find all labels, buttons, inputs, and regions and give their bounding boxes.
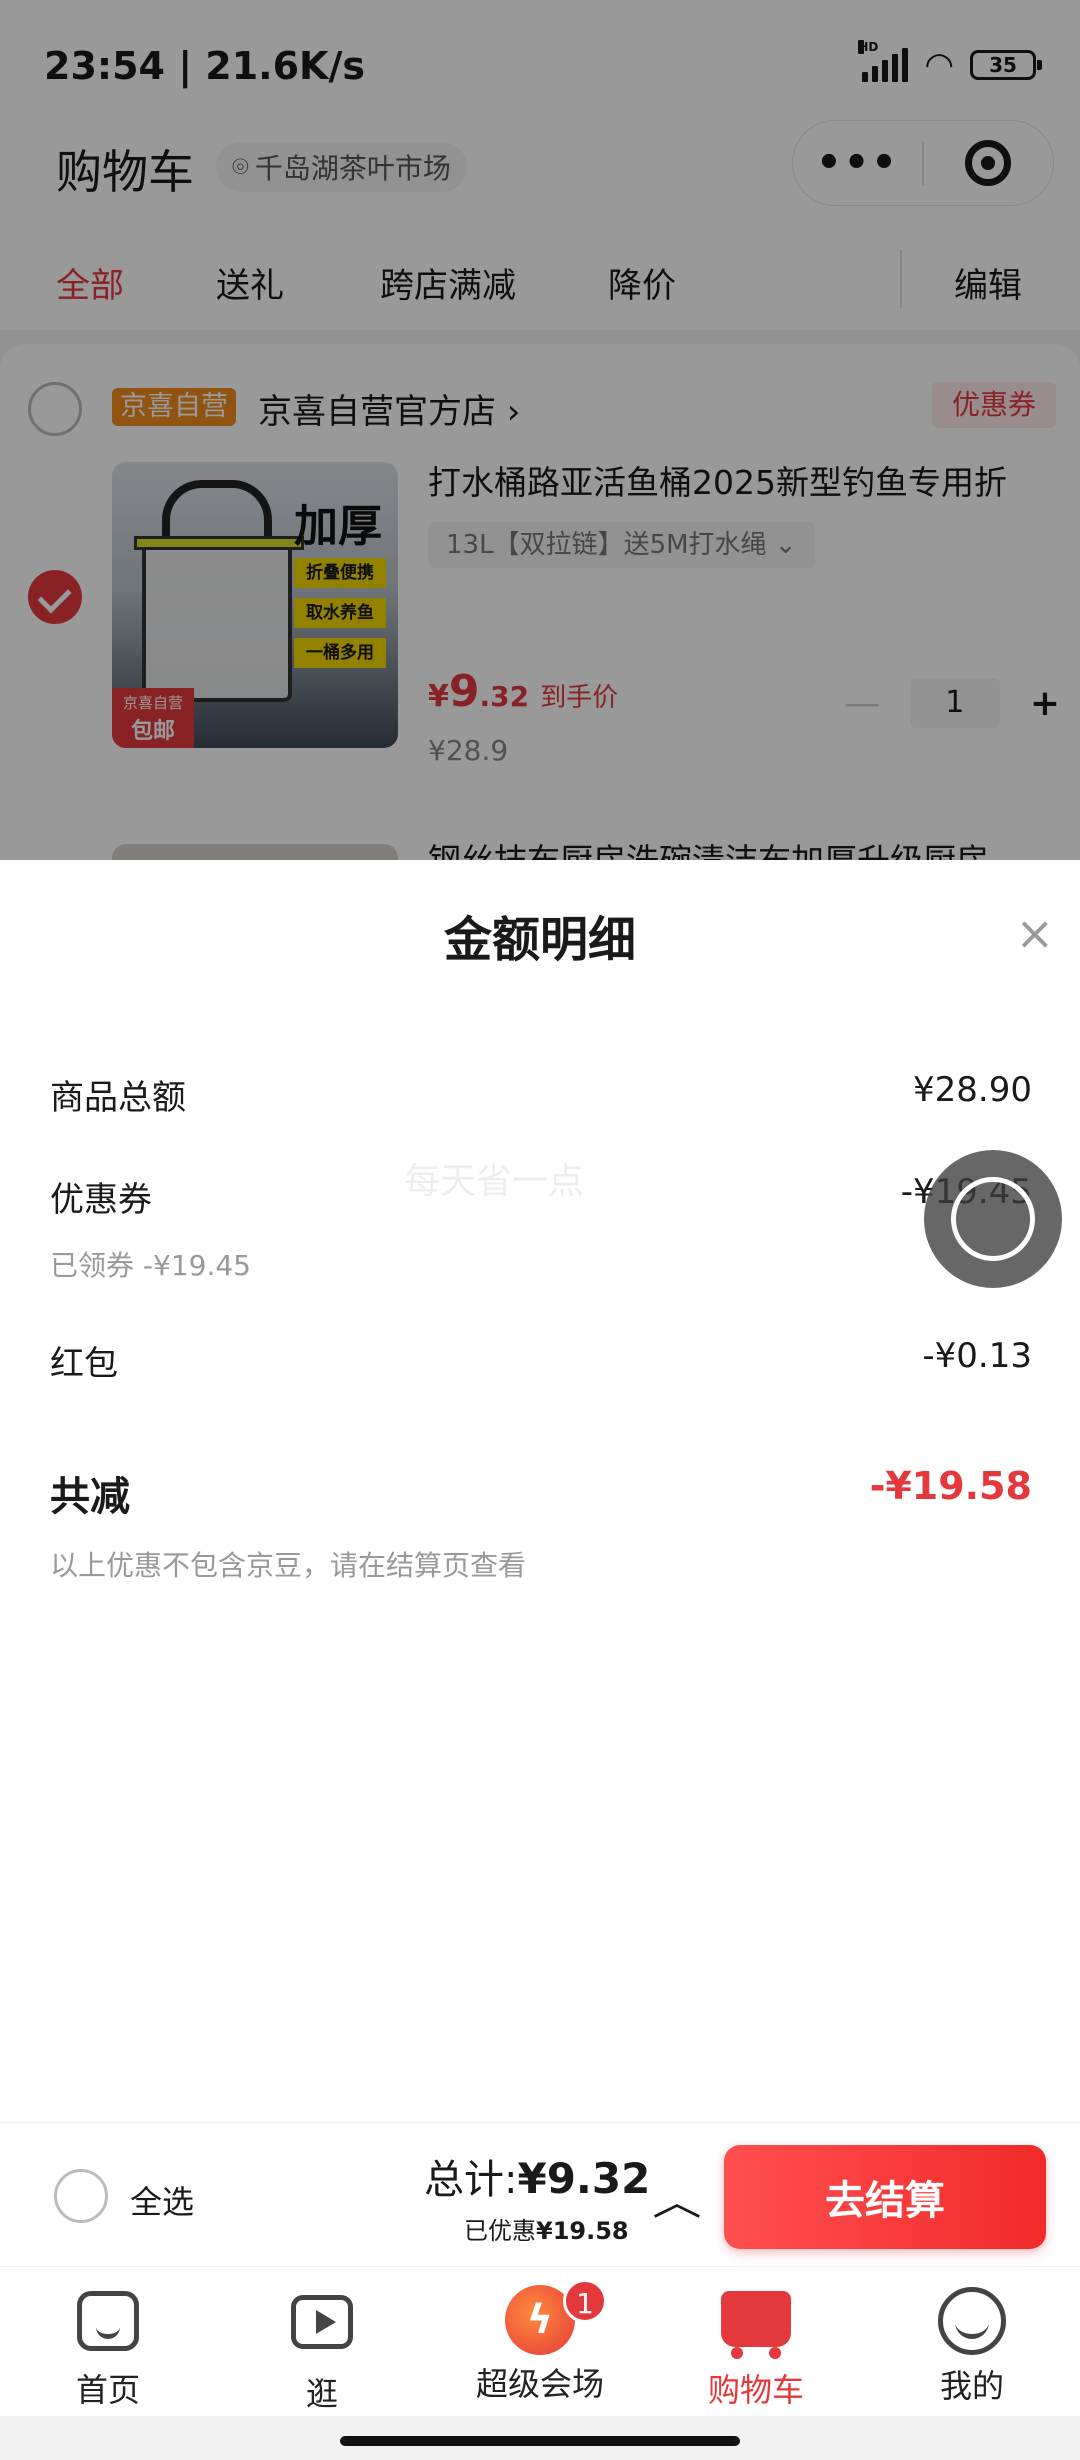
home-icon-wrap	[73, 2291, 143, 2361]
coupon-label: 优惠券	[50, 1180, 152, 1220]
nav-home[interactable]: 首页	[18, 2285, 198, 2411]
smile-icon-wrap	[937, 2287, 1007, 2357]
saved-value: ¥19.58	[536, 2217, 629, 2245]
notification-badge: 1	[563, 2279, 607, 2323]
discount-note: 以上优惠不包含京豆，请在结算页查看	[50, 1549, 527, 1582]
nav-browse[interactable]: 逛	[232, 2285, 412, 2415]
nav-label: 我的	[939, 2367, 1004, 2405]
home-indicator[interactable]	[340, 2436, 740, 2446]
nav-super-venue[interactable]: ϟ 1 超级会场	[450, 2279, 630, 2405]
sheet-title: 金额明细	[443, 912, 636, 968]
coupon-sub-detail: 已领券 -¥19.45	[50, 1249, 251, 1282]
nav-cart[interactable]: 购物车	[666, 2285, 846, 2411]
goods-total-label: 商品总额	[50, 1078, 186, 1118]
nav-label: 超级会场	[475, 2365, 604, 2403]
cart-icon	[721, 2291, 791, 2359]
home-icon	[77, 2291, 139, 2351]
chevron-up-icon[interactable]: ︿	[652, 2171, 701, 2226]
total-amount: ¥9.32	[517, 2154, 651, 2203]
watermark-text: 每天省一点	[404, 1161, 585, 1202]
nav-me[interactable]: 我的	[882, 2285, 1062, 2407]
checkout-bar: 全选 总计:¥9.32 已优惠¥19.58 ︿ 去结算	[0, 2122, 1080, 2266]
nav-label: 逛	[305, 2375, 338, 2413]
select-all-radio[interactable]	[54, 2169, 108, 2223]
close-icon[interactable]: ×	[1015, 910, 1054, 956]
amount-detail-sheet: 金额明细 × 商品总额 ¥28.90 优惠券 -¥19.45 已领券 -¥19.…	[0, 860, 1080, 2122]
select-all-label[interactable]: 全选	[130, 2177, 194, 2223]
nav-label: 购物车	[707, 2371, 804, 2409]
checkout-button[interactable]: 去结算	[724, 2145, 1046, 2249]
total-price: 总计:¥9.32	[424, 2147, 650, 2205]
total-prefix: 总计:	[424, 2157, 518, 2203]
saved-prefix: 已优惠	[464, 2217, 536, 2245]
bottom-nav: 首页 逛 ϟ 1 超级会场 购物车 我的	[0, 2266, 1080, 2416]
saved-amount: 已优惠¥19.58	[464, 2211, 629, 2246]
red-packet-label: 红包	[50, 1344, 118, 1384]
assistive-touch-button[interactable]	[924, 1150, 1062, 1288]
cart-icon-wrap	[721, 2291, 791, 2361]
total-discount-label: 共减	[50, 1474, 130, 1520]
goods-total-value: ¥28.90	[913, 1070, 1032, 1110]
total-discount-value: -¥19.58	[869, 1464, 1032, 1508]
play-icon-wrap	[287, 2295, 357, 2365]
play-icon	[291, 2295, 353, 2349]
nav-label: 首页	[75, 2371, 140, 2409]
smile-icon	[938, 2287, 1006, 2355]
modal-backdrop[interactable]	[0, 0, 1080, 860]
red-packet-value: -¥0.13	[922, 1336, 1032, 1376]
bolt-icon-wrap: ϟ 1	[505, 2279, 607, 2355]
